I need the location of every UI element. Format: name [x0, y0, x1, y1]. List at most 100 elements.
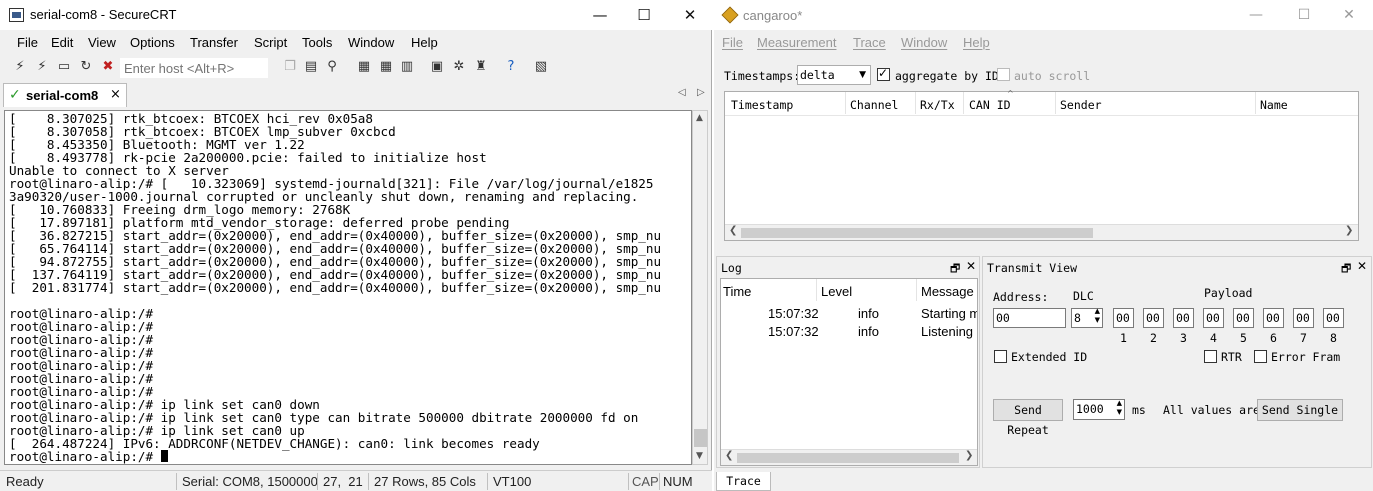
- scroll-up-icon[interactable]: ▲: [696, 113, 703, 123]
- menu-edit[interactable]: Edit: [51, 35, 73, 50]
- terminal-output[interactable]: [ 8.307025] rtk_btcoex: BTCOEX hci_rev 0…: [4, 110, 692, 465]
- close-button[interactable]: ✕: [670, 4, 710, 26]
- send-repeat-button[interactable]: Send Repeat: [993, 399, 1063, 437]
- scroll-thumb[interactable]: [741, 228, 1093, 238]
- payload-byte-index: 6: [1270, 331, 1277, 345]
- maximize-button[interactable]: ☐: [1284, 4, 1324, 26]
- global-options-icon[interactable]: ✲: [450, 58, 468, 76]
- repeat-interval-spinbox[interactable]: 1000 ▲ ▼: [1073, 399, 1125, 420]
- tab-close-icon[interactable]: ×: [110, 87, 121, 102]
- menu-window[interactable]: Window: [901, 35, 947, 50]
- scroll-right-icon[interactable]: ❯: [1345, 225, 1353, 236]
- tab-scroll-right-icon[interactable]: ▷: [697, 87, 705, 98]
- trace-col-canid[interactable]: CAN ID: [969, 98, 1011, 112]
- print-icon[interactable]: ▥: [398, 58, 416, 76]
- trace-col-channel[interactable]: Channel: [850, 98, 898, 112]
- copy-icon[interactable]: ❐: [281, 58, 299, 76]
- menu-transfer[interactable]: Transfer: [190, 35, 238, 50]
- scroll-left-icon[interactable]: ❮: [725, 450, 733, 461]
- scroll-thumb[interactable]: [694, 429, 707, 447]
- repeat-interval-value: 1000: [1076, 402, 1104, 416]
- menu-file[interactable]: File: [722, 35, 743, 50]
- aggregate-checkbox[interactable]: [877, 66, 890, 81]
- menu-help[interactable]: Help: [963, 35, 990, 50]
- scroll-left-icon[interactable]: ❮: [729, 225, 737, 236]
- rtr-checkbox[interactable]: [1204, 350, 1217, 363]
- payload-byte-input[interactable]: 00: [1173, 308, 1194, 328]
- tab-trace[interactable]: Trace: [716, 472, 771, 491]
- menu-window[interactable]: Window: [348, 35, 394, 50]
- payload-byte-index: 4: [1210, 331, 1217, 345]
- scroll-right-icon[interactable]: ❯: [965, 450, 973, 461]
- payload-byte-input[interactable]: 00: [1323, 308, 1344, 328]
- trace-table[interactable]: Timestamp Channel Rx/Tx CAN ID ^ Sender …: [724, 89, 1359, 241]
- scroll-thumb[interactable]: [737, 453, 959, 463]
- trace-col-timestamp[interactable]: Timestamp: [731, 98, 793, 112]
- timestamps-select[interactable]: delta ▼: [797, 65, 871, 85]
- payload-byte-input[interactable]: 00: [1263, 308, 1284, 328]
- aggregate-label: aggregate by ID: [895, 69, 999, 83]
- log-col-level[interactable]: Level: [821, 284, 852, 299]
- menu-view[interactable]: View: [88, 35, 116, 50]
- payload-byte-input[interactable]: 00: [1233, 308, 1254, 328]
- print-screen-icon[interactable]: ▦: [355, 58, 373, 76]
- tab-scroll-left-icon[interactable]: ◁: [678, 87, 686, 98]
- column-divider: [916, 279, 917, 301]
- help-icon[interactable]: ?: [502, 58, 520, 76]
- payload-byte-input[interactable]: 00: [1203, 308, 1224, 328]
- menu-measurement[interactable]: Measurement: [757, 35, 836, 50]
- close-icon[interactable]: ✕: [966, 259, 976, 273]
- trace-hscrollbar[interactable]: ❮ ❯: [725, 224, 1358, 240]
- log-hscrollbar[interactable]: ❮ ❯: [721, 449, 977, 465]
- connect-icon[interactable]: ⚡: [11, 58, 29, 76]
- extended-id-checkbox[interactable]: [994, 350, 1007, 363]
- dlc-spinbox[interactable]: 8 ▲ ▼: [1071, 307, 1103, 328]
- error-frame-checkbox[interactable]: [1254, 350, 1267, 363]
- address-input[interactable]: 00: [993, 308, 1066, 328]
- menu-options[interactable]: Options: [130, 35, 175, 50]
- trace-col-rxtx[interactable]: Rx/Tx: [920, 98, 955, 112]
- find-icon[interactable]: ⚲: [323, 58, 341, 76]
- terminal-scrollbar[interactable]: ▲ ▼: [692, 110, 708, 465]
- log-col-time[interactable]: Time: [723, 284, 751, 299]
- print-selection-icon[interactable]: ▦: [377, 58, 395, 76]
- menu-file[interactable]: File: [17, 35, 38, 50]
- close-button[interactable]: ✕: [1329, 4, 1369, 26]
- log-table[interactable]: Time Level Message 15:07:32 info Startin…: [720, 278, 978, 466]
- keymap-icon[interactable]: ♜: [472, 58, 490, 76]
- spin-arrows-icon[interactable]: ▲ ▼: [1095, 307, 1100, 325]
- disconnect-icon[interactable]: ✖: [99, 58, 117, 76]
- host-input[interactable]: [120, 58, 268, 78]
- sftp-icon[interactable]: ▧: [532, 58, 550, 76]
- session-options-icon[interactable]: ▣: [428, 58, 446, 76]
- menu-tools[interactable]: Tools: [302, 35, 332, 50]
- status-separator: [176, 473, 177, 490]
- menu-help[interactable]: Help: [411, 35, 438, 50]
- close-icon[interactable]: ✕: [1357, 259, 1367, 273]
- spin-arrows-icon[interactable]: ▲ ▼: [1117, 399, 1122, 417]
- scroll-down-icon[interactable]: ▼: [696, 451, 703, 461]
- payload-byte-input[interactable]: 00: [1293, 308, 1314, 328]
- float-icon[interactable]: 🗗: [950, 260, 960, 279]
- float-icon[interactable]: 🗗: [1341, 260, 1351, 279]
- menu-script[interactable]: Script: [254, 35, 287, 50]
- column-divider: [915, 92, 916, 114]
- menu-trace[interactable]: Trace: [853, 35, 886, 50]
- payload-byte-input[interactable]: 00: [1143, 308, 1164, 328]
- tab-serial-com8[interactable]: ✓ serial-com8 ×: [3, 83, 127, 107]
- minimize-button[interactable]: —: [1236, 4, 1276, 26]
- trace-col-name[interactable]: Name: [1260, 98, 1288, 112]
- quick-connect-icon[interactable]: ⚡: [33, 58, 51, 76]
- minimize-button[interactable]: —: [580, 4, 620, 26]
- log-col-message[interactable]: Message: [921, 284, 974, 299]
- error-frame-label: Error Fram: [1271, 350, 1341, 364]
- paste-icon[interactable]: ▤: [302, 58, 320, 76]
- autoscroll-checkbox[interactable]: [997, 68, 1010, 81]
- column-divider: [816, 279, 817, 301]
- send-single-button[interactable]: Send Single: [1257, 399, 1343, 421]
- payload-byte-input[interactable]: 00: [1113, 308, 1134, 328]
- reconnect-icon[interactable]: ↻: [77, 58, 95, 76]
- trace-col-sender[interactable]: Sender: [1060, 98, 1102, 112]
- maximize-button[interactable]: ☐: [624, 4, 664, 26]
- connect-in-tab-icon[interactable]: ▭: [55, 58, 73, 76]
